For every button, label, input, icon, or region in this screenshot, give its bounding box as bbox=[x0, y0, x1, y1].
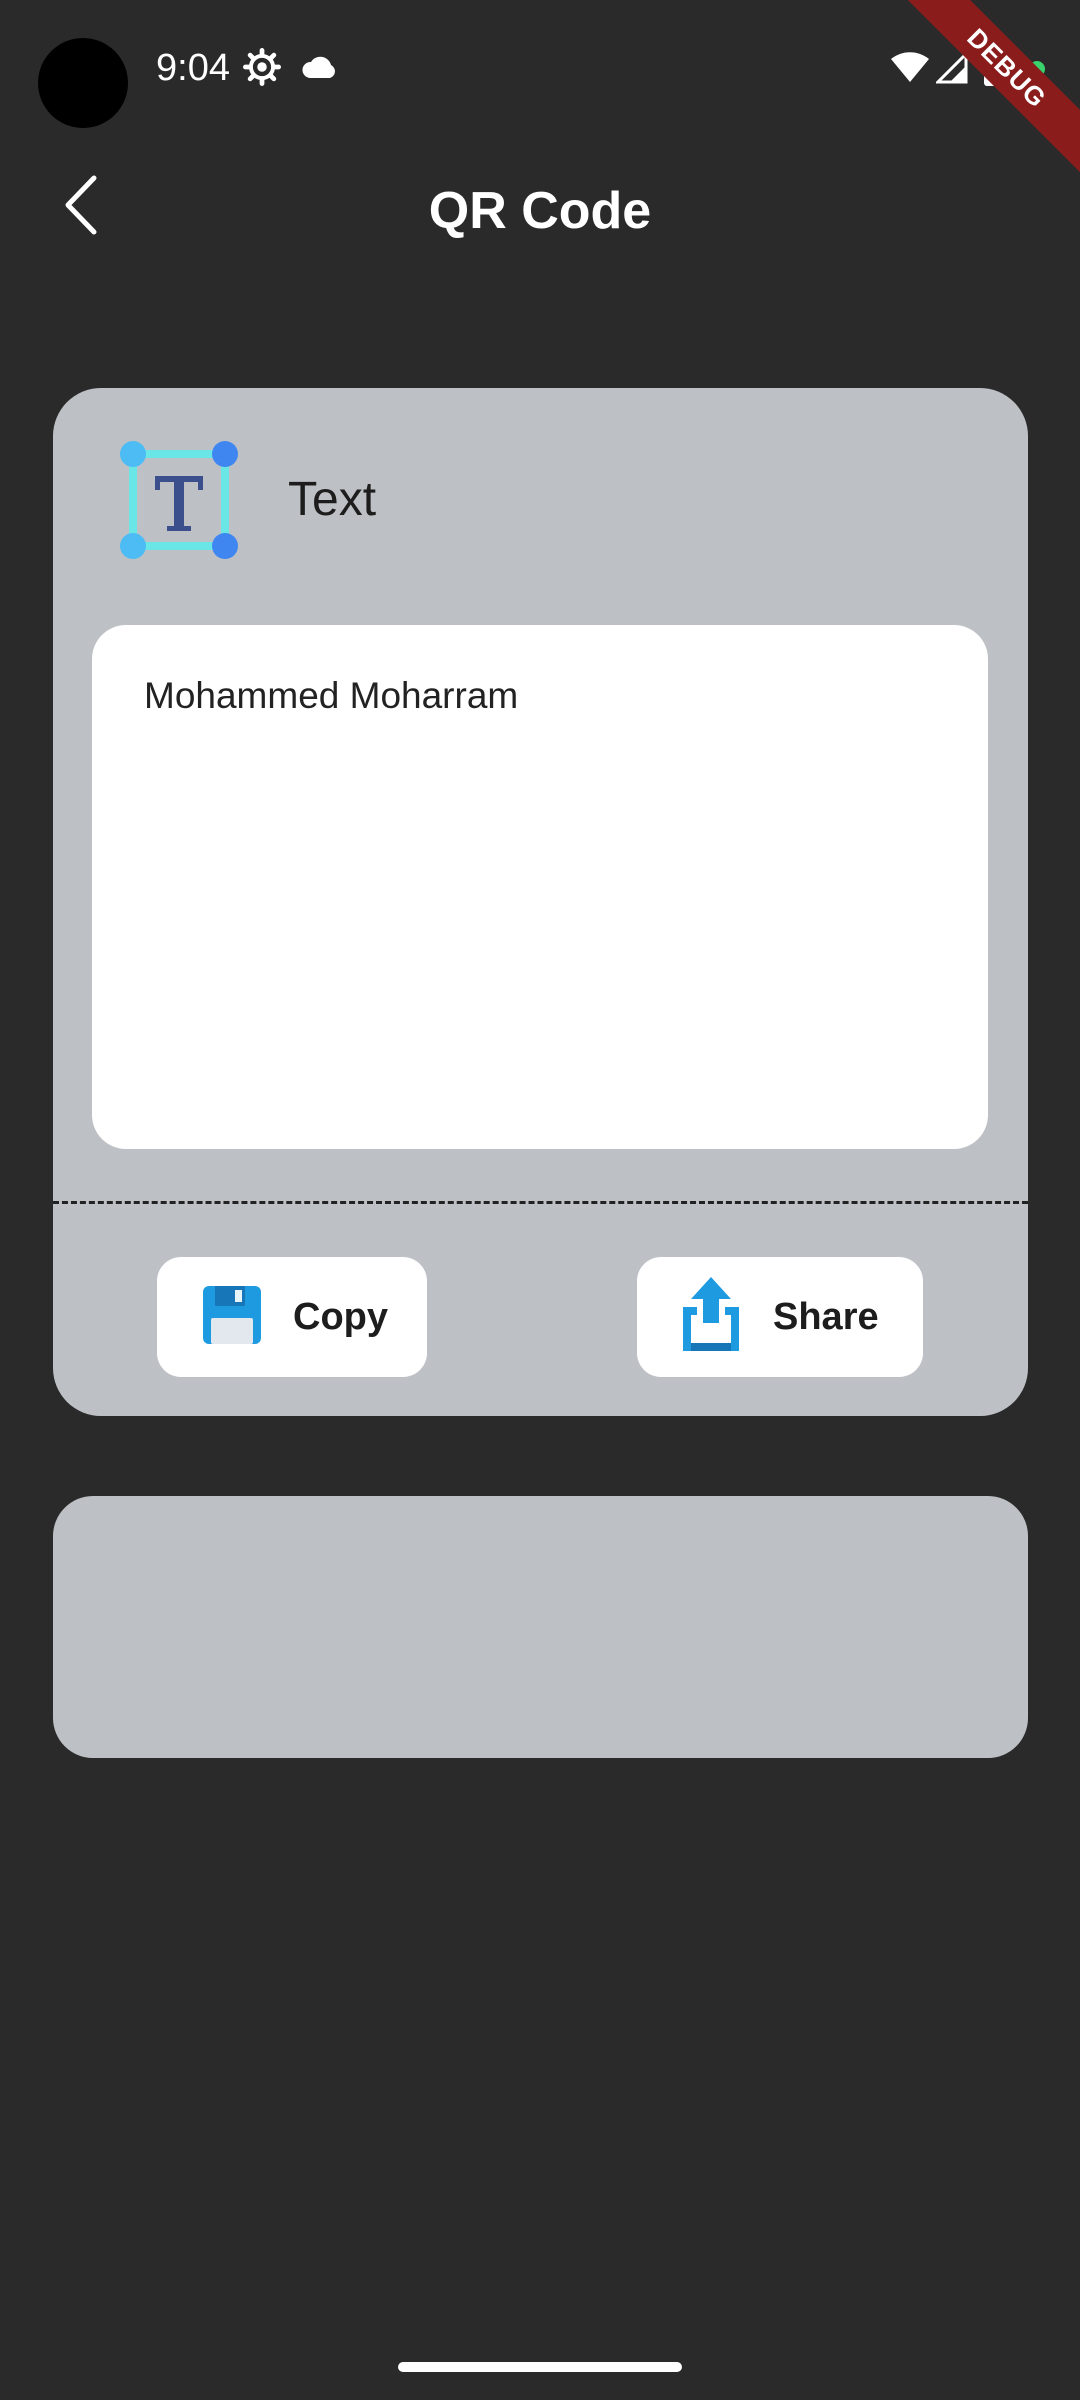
front-camera-cutout bbox=[38, 38, 128, 128]
settings-gear-icon bbox=[243, 48, 281, 91]
qr-type-label: Text bbox=[288, 473, 377, 526]
status-time: 9:04 bbox=[156, 47, 230, 89]
copy-button-label: Copy bbox=[293, 1295, 388, 1338]
floppy-disk-icon bbox=[201, 1284, 263, 1351]
secondary-card bbox=[53, 1496, 1028, 1758]
share-upload-icon bbox=[679, 1276, 743, 1358]
page-title: QR Code bbox=[428, 182, 652, 240]
copy-button[interactable]: Copy bbox=[157, 1257, 427, 1377]
wifi-icon bbox=[890, 50, 930, 89]
text-type-icon bbox=[119, 440, 239, 560]
qr-content-text: Mohammed Moharram bbox=[144, 675, 519, 716]
signal-icon bbox=[934, 50, 968, 89]
share-button-label: Share bbox=[773, 1295, 879, 1338]
qr-code-screen: 9:04 DEBUG QR Code Text Mohammed Moharra… bbox=[0, 0, 1080, 2400]
dashed-divider bbox=[53, 1201, 1028, 1204]
qr-content-box[interactable]: Mohammed Moharram bbox=[92, 625, 988, 1149]
home-indicator[interactable] bbox=[398, 2362, 682, 2372]
qr-result-card: Text Mohammed Moharram Copy Share bbox=[53, 388, 1028, 1416]
cloud-icon bbox=[300, 52, 340, 87]
share-button[interactable]: Share bbox=[637, 1257, 923, 1377]
